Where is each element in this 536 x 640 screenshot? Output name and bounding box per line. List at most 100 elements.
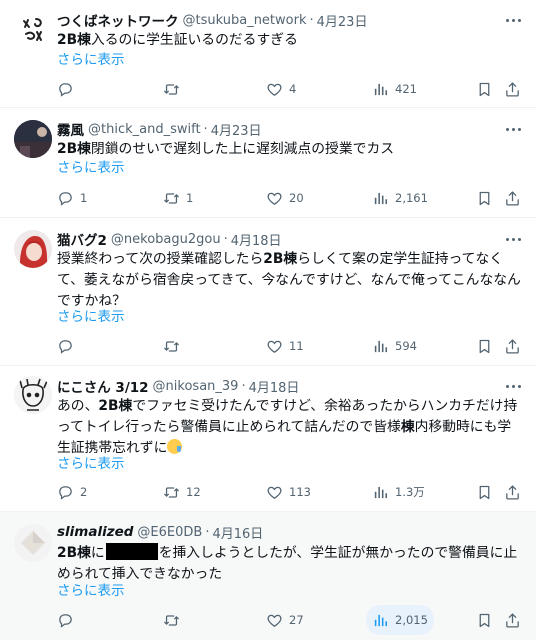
more-options-icon[interactable]: [504, 11, 522, 29]
tweet-date[interactable]: 4月16日: [212, 523, 263, 542]
views-button[interactable]: 1.3万: [372, 481, 425, 503]
like-button[interactable]: 20: [266, 187, 304, 209]
more-options-icon[interactable]: [504, 230, 522, 248]
tweet-date[interactable]: 4月23日: [317, 11, 368, 30]
retweet-icon: [163, 190, 180, 207]
bookmark-button[interactable]: [476, 78, 493, 100]
tweet[interactable]: にこさん 3/12 @nikosan_39 · 4月18日 あの、2B棟でファセ…: [0, 366, 536, 512]
share-button[interactable]: [504, 78, 521, 100]
avatar[interactable]: [14, 524, 52, 562]
user-handle[interactable]: @E6E0DB: [137, 525, 202, 540]
share-icon: [504, 190, 521, 207]
reply-icon: [57, 338, 74, 355]
show-more-link[interactable]: さらに表示: [57, 581, 125, 601]
like-button[interactable]: 27: [266, 609, 304, 631]
share-button[interactable]: [504, 481, 521, 503]
display-name[interactable]: 霧風: [57, 119, 84, 139]
like-count: 27: [289, 613, 304, 627]
share-button[interactable]: [504, 609, 521, 631]
tweet[interactable]: 猫バグ2 @nekobagu2gou · 4月18日 授業終わって次の授業確認し…: [0, 218, 536, 366]
reply-count: 1: [80, 191, 88, 205]
reply-button[interactable]: 1: [57, 187, 87, 209]
user-handle[interactable]: @tsukuba_network: [183, 13, 307, 28]
heart-icon: [266, 81, 283, 98]
tweet-text: 2B棟に を挿入しようとしたが、学生証が無かったので警備員に止められて挿入できなか…: [57, 543, 522, 585]
tweet-header: 猫バグ2 @nekobagu2gou · 4月18日: [57, 229, 496, 250]
views-button[interactable]: 2,161: [372, 187, 428, 209]
tweet-text-part: 入るのに学生証いるのだるすぎる: [90, 32, 298, 48]
tweet-header: slimalized @E6E0DB · 4月16日: [57, 522, 496, 542]
views-button[interactable]: 421: [372, 78, 417, 100]
display-name[interactable]: 猫バグ2: [57, 229, 107, 249]
retweet-icon: [163, 612, 180, 629]
tweet[interactable]: つくばネットワーク @tsukuba_network · 4月23日 2B棟入る…: [0, 0, 536, 108]
share-button[interactable]: [504, 187, 521, 209]
share-button[interactable]: [504, 335, 521, 357]
reply-button[interactable]: 2: [57, 481, 87, 503]
highlight-term: 2B棟: [57, 32, 91, 48]
bookmark-icon: [476, 190, 493, 207]
reply-button[interactable]: [57, 335, 80, 357]
like-count: 4: [289, 82, 297, 96]
retweet-count: 1: [186, 191, 194, 205]
retweet-button[interactable]: [163, 335, 186, 357]
avatar[interactable]: [14, 120, 52, 158]
retweet-button[interactable]: 12: [163, 481, 201, 503]
tweet-text-part: に: [90, 545, 105, 561]
reply-button[interactable]: [57, 78, 80, 100]
bookmark-button[interactable]: [476, 187, 493, 209]
views-icon: [372, 338, 389, 355]
tweet-date[interactable]: 4月18日: [249, 377, 300, 396]
separator-dot: ·: [241, 378, 246, 394]
bookmark-icon: [476, 338, 493, 355]
separator-dot: ·: [223, 231, 228, 247]
retweet-icon: [163, 338, 180, 355]
highlight-term: 2B棟: [263, 251, 298, 267]
avatar[interactable]: [14, 230, 52, 268]
tweet-date[interactable]: 4月23日: [211, 120, 262, 139]
heart-icon: [266, 338, 283, 355]
reply-icon: [57, 612, 74, 629]
tweet[interactable]: slimalized @E6E0DB · 4月16日 2B棟に を挿入しようとした…: [0, 512, 536, 640]
bookmark-button[interactable]: [476, 609, 493, 631]
display-name[interactable]: にこさん 3/12: [57, 376, 149, 396]
like-button[interactable]: 11: [266, 335, 304, 357]
views-button[interactable]: 2,015: [366, 605, 434, 635]
retweet-button[interactable]: [163, 609, 186, 631]
tweet[interactable]: 霧風 @thick_and_swift · 4月23日 2B棟閉鎖のせいで遅刻し…: [0, 108, 536, 218]
show-more-link[interactable]: さらに表示: [57, 158, 125, 178]
reply-icon: [57, 484, 74, 501]
avatar[interactable]: [14, 10, 52, 48]
retweet-button[interactable]: [163, 78, 186, 100]
user-handle[interactable]: @nekobagu2gou: [111, 232, 221, 247]
retweet-icon: [163, 484, 180, 501]
user-handle[interactable]: @nikosan_39: [153, 379, 239, 394]
tweet-date[interactable]: 4月18日: [231, 230, 282, 249]
show-more-link[interactable]: さらに表示: [57, 454, 125, 474]
avatar-image: [14, 230, 52, 268]
tweet-header: つくばネットワーク @tsukuba_network · 4月23日: [57, 10, 496, 31]
avatar-image: [14, 524, 52, 562]
avatar-image: [14, 376, 52, 414]
more-options-icon[interactable]: [504, 120, 522, 138]
like-button[interactable]: 4: [266, 78, 296, 100]
reply-button[interactable]: [57, 609, 80, 631]
show-more-link[interactable]: さらに表示: [57, 307, 125, 327]
tweet-text-part: 閉鎖のせいで遅刻した上に遅刻減点の授業でカス: [90, 141, 395, 157]
show-more-link[interactable]: さらに表示: [57, 50, 125, 70]
avatar[interactable]: [14, 376, 52, 414]
views-button[interactable]: 594: [372, 335, 417, 357]
tweet-text: 授業終わって次の授業確認したら2B棟らしくて案の定学生証持ってなくて、萎えながら…: [57, 249, 522, 312]
bookmark-button[interactable]: [476, 335, 493, 357]
like-button[interactable]: 113: [266, 481, 311, 503]
user-handle[interactable]: @thick_and_swift: [88, 122, 201, 137]
display-name[interactable]: slimalized: [57, 524, 133, 540]
views-icon: [372, 81, 389, 98]
bookmark-button[interactable]: [476, 481, 493, 503]
views-icon: [372, 612, 389, 629]
like-count: 11: [289, 339, 304, 353]
more-options-icon[interactable]: [504, 377, 522, 395]
display-name[interactable]: つくばネットワーク: [57, 10, 179, 30]
retweet-button[interactable]: 1: [163, 187, 193, 209]
tweet-actions: 4 421: [57, 78, 522, 100]
